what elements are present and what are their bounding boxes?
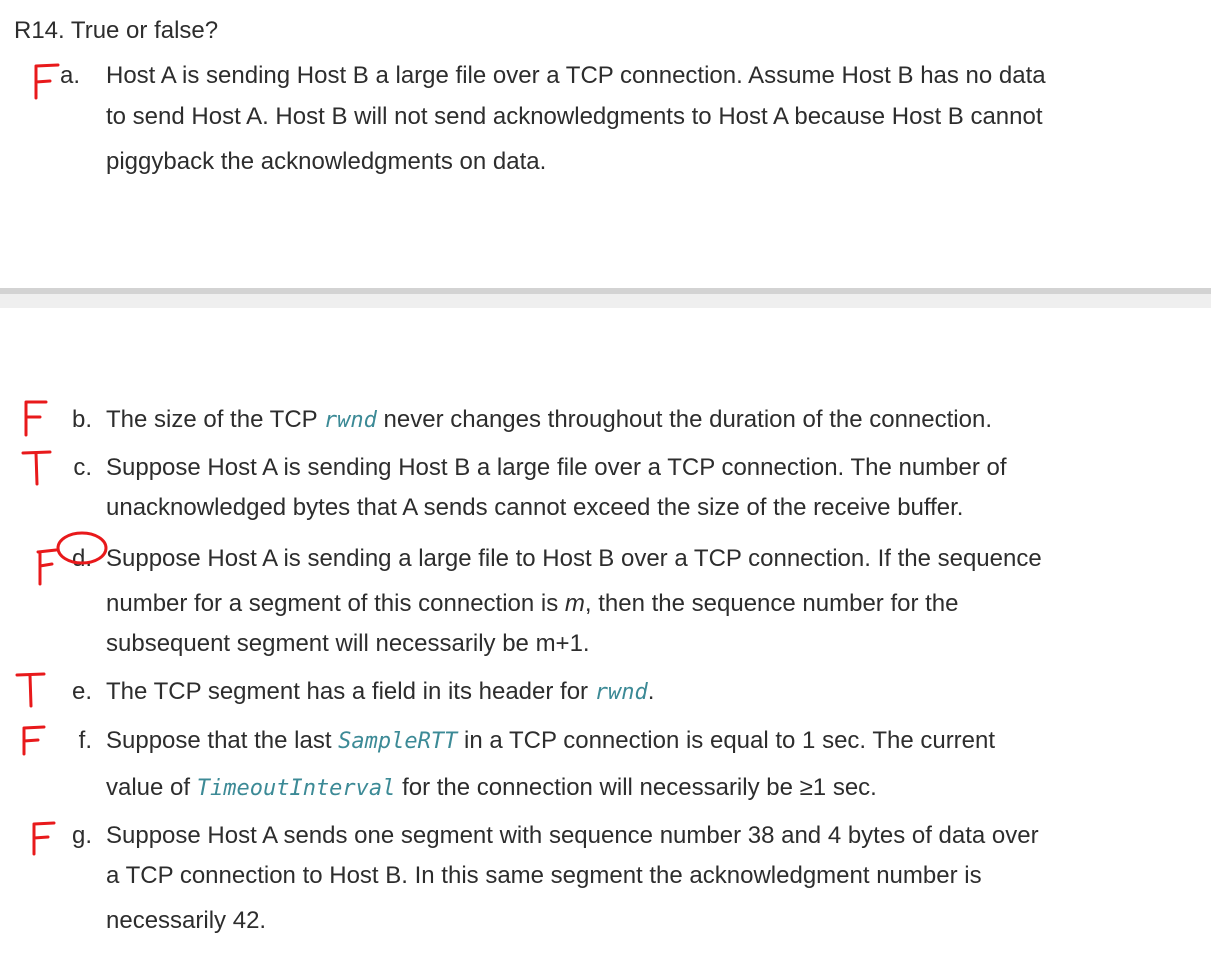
- answer-d-handwritten-f-circled: [30, 528, 110, 595]
- item-f-line-1-pre: Suppose that the last: [106, 727, 339, 754]
- item-a-line-2: to send Host A. Host B will not send ack…: [106, 103, 1043, 130]
- item-f-code-timeoutinterval: TimeoutInterval: [196, 776, 396, 801]
- item-c-line-2: unacknowledged bytes that A sends cannot…: [106, 494, 964, 521]
- item-f-label: f.: [78, 727, 92, 754]
- item-c-label: c.: [73, 454, 92, 481]
- item-f-line-2-pre: value of: [106, 774, 197, 801]
- item-f-line-1: Suppose that the last SampleRTT in a TCP…: [106, 727, 995, 755]
- item-e-label: e.: [71, 678, 92, 705]
- item-d-line-2-post: , then the sequence number for the: [584, 590, 959, 617]
- item-b-post: never changes throughout the duration of…: [376, 406, 992, 433]
- handwritten-f-icon: [34, 63, 60, 100]
- answer-c-handwritten-t: [20, 448, 54, 495]
- item-f-code-samplertt: SampleRTT: [338, 729, 458, 754]
- answer-e-handwritten-t: [14, 670, 48, 717]
- answer-b-handwritten-f: [20, 398, 54, 445]
- circled-answer-icon: [36, 531, 108, 586]
- handwritten-f-icon: [24, 400, 48, 437]
- item-f-line-2-post: for the connection will necessarily be ≥…: [395, 774, 877, 801]
- item-b-code: rwnd: [323, 408, 377, 433]
- item-d-line-2: number for a segment of this connection …: [106, 590, 959, 618]
- item-e-post: .: [647, 678, 655, 705]
- item-e-text: The TCP segment has a field in its heade…: [106, 678, 654, 706]
- item-b-pre: The size of the TCP: [106, 406, 324, 433]
- page-divider: [0, 288, 1211, 308]
- question-title: R14. True or false?: [14, 17, 219, 44]
- item-d-line-2-pre: number for a segment of this connection …: [106, 590, 565, 617]
- item-d-variable: m: [564, 590, 585, 617]
- item-d-line-1: Suppose Host A is sending a large file t…: [106, 545, 1042, 572]
- answer-f-handwritten-f: [18, 724, 52, 771]
- handwritten-f-icon: [22, 725, 46, 756]
- item-b-label: b.: [71, 406, 92, 433]
- item-a-line-1: Host A is sending Host B a large file ov…: [106, 62, 1046, 89]
- item-e-code: rwnd: [594, 680, 648, 705]
- item-b-text: The size of the TCP rwnd never changes t…: [106, 406, 992, 434]
- answer-g-handwritten-f: [28, 820, 62, 867]
- item-g-line-3: necessarily 42.: [106, 907, 267, 934]
- item-a-line-3: piggyback the acknowledgments on data.: [106, 148, 547, 175]
- item-f-line-1-post: in a TCP connection is equal to 1 sec. T…: [457, 727, 996, 754]
- item-e-pre: The TCP segment has a field in its heade…: [106, 678, 595, 705]
- item-g-line-2: a TCP connection to Host B. In this same…: [106, 862, 982, 889]
- item-d-line-3: subsequent segment will necessarily be m…: [106, 630, 590, 657]
- item-f-line-2: value of TimeoutInterval for the connect…: [106, 774, 877, 802]
- item-c-line-1: Suppose Host A is sending Host B a large…: [106, 454, 1007, 481]
- handwritten-t-icon: [15, 672, 46, 708]
- handwritten-f-icon: [32, 821, 56, 856]
- handwritten-t-icon: [21, 450, 52, 486]
- item-g-line-1: Suppose Host A sends one segment with se…: [106, 822, 1039, 849]
- answer-a-handwritten-f: [30, 62, 64, 109]
